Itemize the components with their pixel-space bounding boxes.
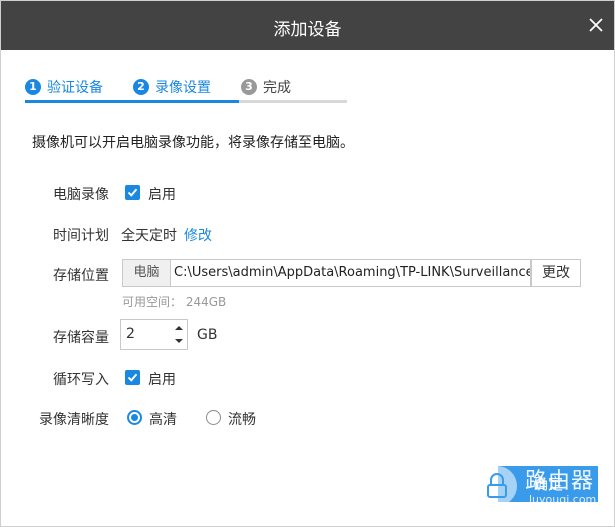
storage-capacity-unit: GB: [197, 327, 218, 343]
resolution-hd-radio[interactable]: [127, 410, 142, 425]
storage-location-label: 存储位置: [53, 268, 109, 284]
schedule-edit-link[interactable]: 修改: [184, 225, 212, 245]
step-record-settings: 2 录像设置: [133, 77, 211, 97]
checkmark-icon: [127, 188, 138, 197]
pc-record-checkbox-label: 启用: [148, 187, 176, 203]
storage-prefix: 电脑: [123, 260, 171, 286]
stepper-arrows: [171, 320, 187, 349]
pc-record-label: 电脑录像: [53, 187, 109, 203]
step-label: 录像设置: [155, 80, 211, 96]
chevron-up-icon[interactable]: [174, 323, 184, 333]
step-number-2: 2: [133, 79, 149, 95]
loop-write-checkbox-label: 启用: [148, 372, 176, 388]
pc-record-checkbox[interactable]: [125, 185, 140, 200]
close-icon[interactable]: [586, 15, 606, 35]
change-path-button[interactable]: 更改: [531, 259, 581, 287]
wizard-steps: 1 验证设备 2 录像设置 3 完成: [25, 77, 347, 103]
step-label: 验证设备: [47, 80, 103, 96]
chevron-down-icon[interactable]: [174, 336, 184, 346]
storage-capacity-value: 2: [126, 326, 135, 342]
loop-write-checkbox[interactable]: [125, 370, 140, 385]
resolution-hd-label: 高清: [149, 412, 177, 428]
add-device-dialog: 添加设备 1 验证设备 2 录像设置 3 完成 摄像机可以开启电脑录像功能，将录…: [0, 0, 615, 527]
description-text: 摄像机可以开启电脑录像功能，将录像存储至电脑。: [32, 135, 354, 151]
progress-fill: [25, 100, 239, 103]
dialog-title: 添加设备: [273, 20, 342, 40]
checkmark-icon: [127, 373, 138, 382]
storage-capacity-stepper[interactable]: 2: [120, 319, 188, 350]
storage-path-value: C:\Users\admin\AppData\Roaming\TP-LINK\S…: [174, 265, 531, 280]
schedule-value: 全天定时: [121, 228, 177, 244]
resolution-label: 录像清晰度: [39, 412, 109, 428]
step-complete: 3 完成: [241, 77, 291, 97]
title-bar: 添加设备: [1, 1, 614, 50]
storage-path-field[interactable]: 电脑 C:\Users\admin\AppData\Roaming\TP-LIN…: [122, 259, 531, 287]
step-number-3: 3: [241, 79, 257, 95]
storage-capacity-label: 存储容量: [53, 330, 109, 346]
step-verify-device: 1 验证设备: [25, 77, 103, 97]
loop-write-label: 循环写入: [53, 372, 109, 388]
schedule-label: 时间计划: [53, 228, 109, 244]
confirm-button[interactable]: 确定: [498, 466, 598, 502]
free-space-text: 可用空间： 244GB: [122, 295, 227, 309]
resolution-smooth-label: 流畅: [228, 412, 256, 428]
resolution-smooth-radio[interactable]: [206, 410, 221, 425]
step-number-1: 1: [25, 79, 41, 95]
step-label: 完成: [263, 80, 291, 96]
